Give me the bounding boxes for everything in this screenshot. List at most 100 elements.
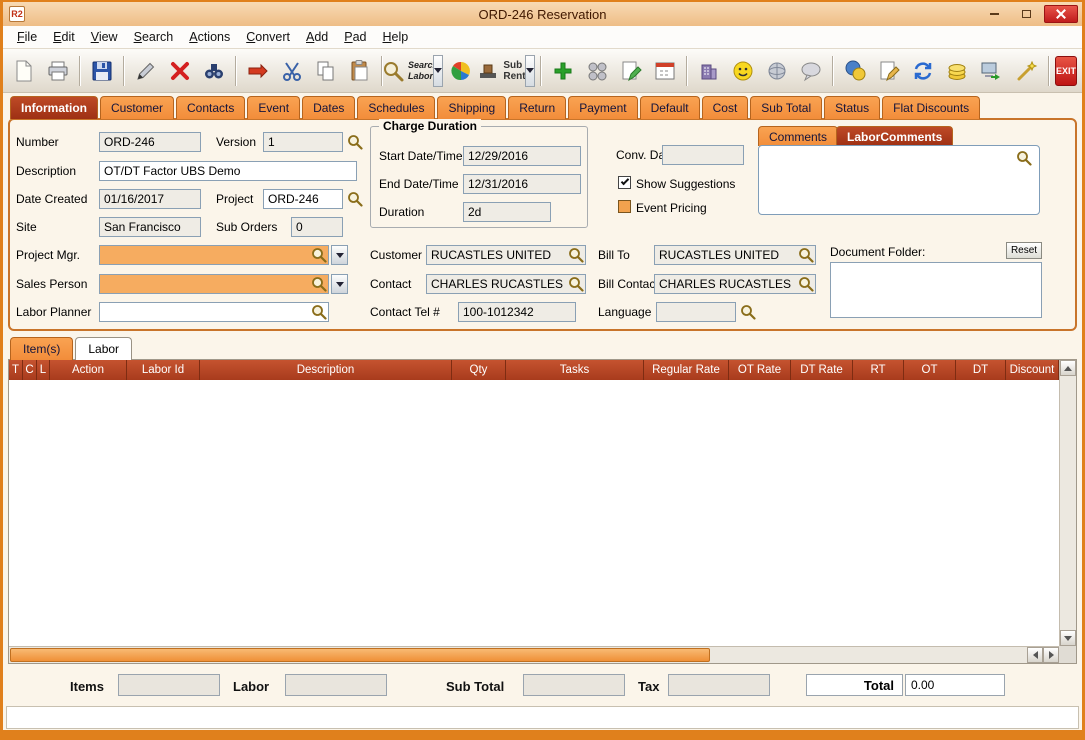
delete-button[interactable]	[164, 54, 196, 88]
save-button[interactable]	[86, 54, 118, 88]
add-button[interactable]	[547, 54, 579, 88]
scroll-down-button[interactable]	[1060, 630, 1076, 646]
col-ot[interactable]: OT	[904, 360, 956, 380]
components-button[interactable]	[581, 54, 613, 88]
convert-button[interactable]	[242, 54, 274, 88]
menu-view[interactable]: View	[83, 27, 126, 47]
project-mgr-dropdown[interactable]	[331, 245, 348, 265]
col-dt-rate[interactable]: DT Rate	[791, 360, 853, 380]
col-c[interactable]: C	[23, 360, 37, 380]
col-rt[interactable]: RT	[853, 360, 904, 380]
horizontal-scrollbar[interactable]	[9, 646, 1059, 663]
vertical-scrollbar[interactable]	[1059, 360, 1076, 646]
col-tasks[interactable]: Tasks	[506, 360, 644, 380]
end-date-field[interactable]: 12/31/2016	[463, 174, 581, 194]
currency-button[interactable]	[839, 54, 871, 88]
tab-cost[interactable]: Cost	[702, 96, 749, 119]
schedule-button[interactable]	[649, 54, 681, 88]
contact-tel-field[interactable]: 100-1012342	[458, 302, 576, 322]
tab-comments[interactable]: Comments	[758, 126, 838, 146]
sub-rent-dropdown[interactable]	[525, 55, 535, 87]
reset-button[interactable]: Reset	[1006, 242, 1042, 259]
edit-rates-button[interactable]	[873, 54, 905, 88]
copy-button[interactable]	[310, 54, 342, 88]
tab-dates[interactable]: Dates	[302, 96, 355, 119]
print-button[interactable]	[42, 54, 74, 88]
col-regular-rate[interactable]: Regular Rate	[644, 360, 729, 380]
bill-contact-field[interactable]: CHARLES RUCASTLES	[654, 274, 816, 294]
availability-button[interactable]	[445, 54, 477, 88]
exit-button[interactable]: EXIT	[1055, 56, 1077, 86]
menu-convert[interactable]: Convert	[238, 27, 298, 47]
document-folder-textarea[interactable]	[830, 262, 1042, 318]
menu-pad[interactable]: Pad	[336, 27, 374, 47]
tab-customer[interactable]: Customer	[100, 96, 174, 119]
site-button[interactable]	[693, 54, 725, 88]
comments-search-icon[interactable]	[1016, 150, 1032, 166]
project-search-icon[interactable]	[347, 191, 363, 207]
scroll-left-button[interactable]	[1027, 647, 1043, 663]
conv-date-field[interactable]	[662, 145, 744, 165]
items-total-field[interactable]	[118, 674, 220, 696]
col-action[interactable]: Action	[50, 360, 127, 380]
menu-file[interactable]: File	[9, 27, 45, 47]
tax-field[interactable]	[668, 674, 770, 696]
description-field[interactable]: OT/DT Factor UBS Demo	[99, 161, 357, 181]
duration-field[interactable]: 2d	[463, 202, 551, 222]
sales-person-search-icon[interactable]	[311, 276, 327, 292]
menu-add[interactable]: Add	[298, 27, 336, 47]
labor-total-field[interactable]	[285, 674, 387, 696]
col-qty[interactable]: Qty	[452, 360, 506, 380]
contact-field[interactable]: CHARLES RUCASTLES	[426, 274, 586, 294]
customer-field[interactable]: RUCASTLES UNITED	[426, 245, 586, 265]
paste-button[interactable]	[344, 54, 376, 88]
project-mgr-field[interactable]	[99, 245, 329, 265]
export-button[interactable]	[975, 54, 1007, 88]
start-date-field[interactable]: 12/29/2016	[463, 146, 581, 166]
edit-button[interactable]	[130, 54, 162, 88]
tab-event[interactable]: Event	[247, 96, 300, 119]
bill-contact-search-icon[interactable]	[798, 276, 814, 292]
contact-search-icon[interactable]	[568, 276, 584, 292]
tab-return[interactable]: Return	[508, 96, 566, 119]
menu-search[interactable]: Search	[126, 27, 182, 47]
sub-rent-button[interactable]: Sub Rent	[479, 54, 523, 88]
col-labor-id[interactable]: Labor Id	[127, 360, 200, 380]
edit-document-button[interactable]	[615, 54, 647, 88]
col-t[interactable]: T	[9, 360, 23, 380]
tab-payment[interactable]: Payment	[568, 96, 637, 119]
tab-information[interactable]: Information	[10, 96, 98, 119]
tab-sub-total[interactable]: Sub Total	[750, 96, 822, 119]
maximize-button[interactable]	[1012, 5, 1041, 23]
sub-orders-field[interactable]: 0	[291, 217, 343, 237]
version-field[interactable]: 1	[263, 132, 343, 152]
world-button[interactable]	[761, 54, 793, 88]
menu-edit[interactable]: Edit	[45, 27, 83, 47]
comments-button[interactable]	[795, 54, 827, 88]
financials-button[interactable]	[941, 54, 973, 88]
minimize-button[interactable]	[980, 5, 1009, 23]
menu-actions[interactable]: Actions	[181, 27, 238, 47]
close-button[interactable]	[1044, 5, 1078, 23]
scroll-up-button[interactable]	[1060, 360, 1076, 376]
tab-labor-comments[interactable]: LaborComments	[836, 126, 953, 146]
date-created-field[interactable]: 01/16/2017	[99, 189, 201, 209]
tab-status[interactable]: Status	[824, 96, 880, 119]
project-mgr-search-icon[interactable]	[311, 247, 327, 263]
total-field[interactable]: 0.00	[905, 674, 1005, 696]
language-field[interactable]	[656, 302, 736, 322]
bill-to-search-icon[interactable]	[798, 247, 814, 263]
show-suggestions-checkbox[interactable]	[618, 176, 631, 189]
language-search-icon[interactable]	[740, 304, 756, 320]
tab-labor[interactable]: Labor	[75, 337, 132, 360]
version-search-icon[interactable]	[347, 134, 363, 150]
site-field[interactable]: San Francisco	[99, 217, 201, 237]
menu-help[interactable]: Help	[375, 27, 417, 47]
col-discount[interactable]: Discount	[1006, 360, 1059, 380]
horizontal-scroll-thumb[interactable]	[10, 648, 710, 662]
project-field[interactable]: ORD-246	[263, 189, 343, 209]
labor-planner-search-icon[interactable]	[311, 304, 327, 320]
col-l[interactable]: L	[37, 360, 50, 380]
labor-planner-field[interactable]	[99, 302, 329, 322]
search-labor-dropdown[interactable]	[433, 55, 443, 87]
